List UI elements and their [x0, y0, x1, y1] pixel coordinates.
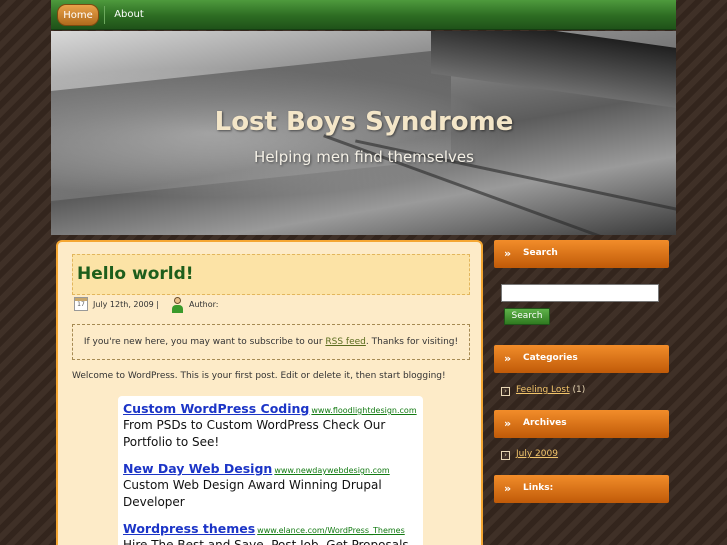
post-content: Hello world! 17 July 12th, 2009 | Author…: [56, 240, 483, 545]
archive-link-july-2009[interactable]: July 2009: [516, 449, 558, 459]
ad-url-link[interactable]: www.newdaywebdesign.com: [274, 466, 389, 475]
person-icon: [171, 297, 183, 313]
sidebar-heading-search: » Search: [494, 240, 669, 268]
post-body: Welcome to WordPress. This is your first…: [72, 371, 446, 381]
ad-block: Custom WordPress Coding www.floodlightdes…: [118, 396, 423, 545]
site-title[interactable]: Lost Boys Syndrome: [209, 107, 519, 137]
sidebar-heading-label: Archives: [523, 418, 567, 428]
ad-text: From PSDs to Custom WordPress Check Our …: [123, 418, 386, 449]
ad-title-link[interactable]: Wordpress themes: [123, 521, 255, 536]
double-chevron-right-icon: »: [504, 352, 512, 365]
sidebar-heading-label: Search: [523, 248, 558, 258]
nav-separator: [104, 6, 105, 24]
search-button[interactable]: Search: [504, 308, 550, 325]
post-title-box: Hello world!: [72, 254, 470, 295]
double-chevron-right-icon: »: [504, 247, 512, 260]
calendar-icon: 17: [74, 297, 88, 311]
category-link-feeling-lost[interactable]: Feeling Lost: [516, 385, 570, 395]
ad-text: Hire The Best and Save. Post Job, Get Pr…: [123, 538, 409, 545]
sidebar-heading-categories: » Categories: [494, 345, 669, 373]
site-header: Lost Boys Syndrome Helping men find them…: [51, 31, 676, 235]
site-description: Helping men find themselves: [254, 148, 474, 166]
arrow-right-box-icon: ›: [501, 451, 510, 460]
ad-item: New Day Web Design www.newdaywebdesign.co…: [123, 458, 418, 511]
nav-about-tab[interactable]: About: [109, 4, 149, 26]
header-image-roof: [431, 31, 676, 109]
ad-url-link[interactable]: www.floodlightdesign.com: [311, 406, 416, 415]
category-count: (1): [572, 385, 586, 395]
post-author: Author:: [189, 300, 219, 309]
post-date: July 12th, 2009 |: [93, 300, 159, 309]
ad-title-link[interactable]: New Day Web Design: [123, 461, 272, 476]
top-nav: Home About: [51, 0, 676, 30]
ad-item: Wordpress themes www.elance.com/WordPress…: [123, 518, 418, 545]
ad-item: Custom WordPress Coding www.floodlightdes…: [123, 398, 418, 451]
double-chevron-right-icon: »: [504, 482, 512, 495]
subscribe-notice: If you're new here, you may want to subs…: [72, 324, 470, 360]
sidebar-heading-links: » Links:: [494, 475, 669, 503]
page-wrapper: Home About Lost Boys Syndrome Helping me…: [51, 0, 676, 545]
category-item: › Feeling Lost (1): [501, 385, 585, 396]
notice-text-after: . Thanks for visiting!: [365, 337, 459, 347]
ad-url-link[interactable]: www.elance.com/WordPress_Themes: [257, 526, 405, 535]
sidebar-heading-archives: » Archives: [494, 410, 669, 438]
post-title[interactable]: Hello world!: [77, 264, 194, 284]
search-input[interactable]: [501, 284, 659, 302]
nav-home-tab[interactable]: Home: [57, 4, 99, 26]
archive-item: › July 2009: [501, 449, 558, 460]
ad-text: Custom Web Design Award Winning Drupal D…: [123, 478, 382, 509]
sidebar-heading-label: Links:: [523, 483, 554, 493]
notice-text-before: If you're new here, you may want to subs…: [83, 337, 326, 347]
double-chevron-right-icon: »: [504, 417, 512, 430]
rss-feed-link[interactable]: RSS feed: [325, 337, 366, 347]
arrow-right-box-icon: ›: [501, 387, 510, 396]
sidebar-heading-label: Categories: [523, 353, 578, 363]
ad-title-link[interactable]: Custom WordPress Coding: [123, 401, 309, 416]
